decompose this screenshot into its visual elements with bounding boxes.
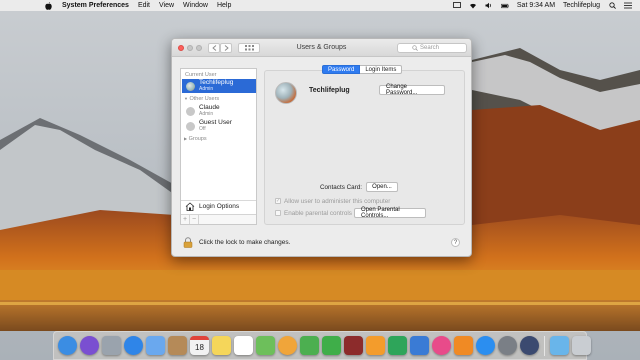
network-utility-icon[interactable] bbox=[520, 336, 539, 355]
menu-help[interactable]: Help bbox=[217, 2, 231, 9]
tab-password[interactable]: Password bbox=[322, 65, 361, 74]
system-preferences-icon[interactable] bbox=[498, 336, 517, 355]
disclosure-right-icon: ▶ bbox=[184, 136, 188, 141]
keynote-icon[interactable] bbox=[410, 336, 429, 355]
avatar bbox=[186, 106, 195, 116]
remove-user-button[interactable]: − bbox=[190, 215, 199, 224]
facetime-icon[interactable] bbox=[322, 336, 341, 355]
open-parental-controls-button[interactable]: Open Parental Controls... bbox=[354, 207, 426, 219]
user-role: Off bbox=[199, 125, 206, 132]
add-user-button[interactable]: + bbox=[181, 215, 190, 224]
current-user-header: Current User bbox=[185, 72, 217, 78]
contacts-icon[interactable] bbox=[168, 336, 187, 355]
menu-view[interactable]: View bbox=[159, 2, 174, 9]
menu-clock[interactable]: Sat 9:34 AM bbox=[517, 2, 555, 9]
menu-bar: System Preferences Edit View Window Help… bbox=[0, 0, 640, 11]
open-contacts-button[interactable]: Open... bbox=[366, 182, 398, 192]
tab-bar: Password Login Items bbox=[322, 65, 403, 74]
user-role: Admin bbox=[199, 110, 214, 117]
launchpad-icon[interactable] bbox=[102, 336, 121, 355]
pages-icon[interactable] bbox=[366, 336, 385, 355]
user-role: Admin bbox=[199, 85, 214, 92]
users-sidebar: Current User Techlifeplug Admin ▼ Other … bbox=[180, 68, 257, 225]
calendar-icon[interactable]: 18 bbox=[190, 336, 209, 355]
user-picture[interactable] bbox=[275, 82, 297, 104]
title-bar[interactable]: Users & Groups Search bbox=[172, 39, 471, 57]
help-button[interactable]: ? bbox=[451, 238, 460, 247]
spotlight-search-icon[interactable] bbox=[608, 2, 616, 9]
trash-icon[interactable] bbox=[572, 336, 591, 355]
ibooks-icon[interactable] bbox=[454, 336, 473, 355]
downloads-folder-icon[interactable] bbox=[550, 336, 569, 355]
avatar bbox=[186, 81, 195, 91]
mail-icon[interactable] bbox=[146, 336, 165, 355]
other-users-label: Other Users bbox=[189, 96, 220, 102]
users-groups-window: Users & Groups Search Current User Techl… bbox=[171, 38, 472, 257]
other-users-header[interactable]: ▼ Other Users bbox=[184, 96, 219, 102]
sidebar-item-guest-user[interactable]: Guest User Off bbox=[182, 119, 256, 133]
search-placeholder: Search bbox=[420, 45, 440, 51]
maps-icon[interactable] bbox=[256, 336, 275, 355]
sidebar-footer: + − bbox=[181, 214, 256, 224]
allow-admin-checkbox[interactable]: ✓ bbox=[275, 198, 281, 204]
menu-window[interactable]: Window bbox=[183, 2, 208, 9]
password-panel: Techlifeplug Change Password... Contacts… bbox=[264, 70, 465, 225]
wifi-icon[interactable] bbox=[469, 2, 477, 9]
battery-icon[interactable] bbox=[500, 2, 509, 9]
notes-icon[interactable] bbox=[212, 336, 231, 355]
lock-icon[interactable] bbox=[183, 237, 193, 248]
messages-icon[interactable] bbox=[300, 336, 319, 355]
parental-controls-label: Enable parental controls bbox=[284, 210, 352, 217]
dock: 18 bbox=[53, 331, 591, 360]
login-options-label: Login Options bbox=[199, 203, 240, 210]
itunes-icon[interactable] bbox=[432, 336, 451, 355]
siri-icon[interactable] bbox=[80, 336, 99, 355]
tab-login-items[interactable]: Login Items bbox=[360, 65, 403, 74]
numbers-icon[interactable] bbox=[388, 336, 407, 355]
sidebar-item-claude[interactable]: Claude Admin bbox=[182, 104, 256, 118]
avatar bbox=[186, 121, 195, 131]
reminders-icon[interactable] bbox=[234, 336, 253, 355]
contacts-card-label: Contacts Card: bbox=[320, 184, 362, 191]
search-icon bbox=[412, 45, 418, 51]
photo-booth-icon[interactable] bbox=[344, 336, 363, 355]
finder-icon[interactable] bbox=[58, 336, 77, 355]
change-password-button[interactable]: Change Password... bbox=[379, 84, 445, 96]
window-footer: Click the lock to make changes. ? bbox=[172, 228, 471, 256]
disclosure-down-icon: ▼ bbox=[184, 96, 188, 101]
menu-edit[interactable]: Edit bbox=[138, 2, 150, 9]
app-store-icon[interactable] bbox=[476, 336, 495, 355]
sidebar-item-current-user[interactable]: Techlifeplug Admin bbox=[182, 79, 256, 93]
groups-label: Groups bbox=[188, 136, 207, 142]
dock-separator bbox=[544, 336, 545, 356]
display-mirroring-icon[interactable] bbox=[452, 2, 461, 9]
menu-user[interactable]: Techlifeplug bbox=[563, 2, 600, 9]
panel-user-name: Techlifeplug bbox=[309, 87, 350, 94]
volume-icon[interactable] bbox=[485, 2, 493, 9]
menu-app-name[interactable]: System Preferences bbox=[62, 2, 129, 9]
lock-message: Click the lock to make changes. bbox=[199, 239, 291, 246]
apple-menu-icon[interactable] bbox=[43, 1, 53, 10]
groups-header[interactable]: ▶ Groups bbox=[184, 136, 207, 142]
notification-center-icon[interactable] bbox=[624, 2, 632, 9]
search-input[interactable]: Search bbox=[397, 43, 467, 53]
login-options-item[interactable]: Login Options bbox=[181, 200, 256, 212]
photos-icon[interactable] bbox=[278, 336, 297, 355]
allow-admin-label: Allow user to administer this computer bbox=[284, 197, 391, 205]
safari-icon[interactable] bbox=[124, 336, 143, 355]
house-icon bbox=[185, 202, 195, 211]
parental-controls-checkbox[interactable] bbox=[275, 210, 281, 216]
